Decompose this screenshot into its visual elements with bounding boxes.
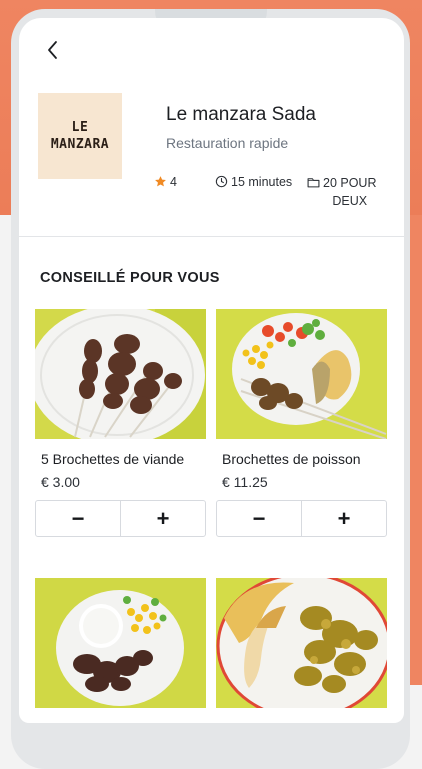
divider	[19, 236, 404, 237]
decrease-button[interactable]: −	[36, 501, 121, 536]
price-line-1: 20 POUR	[323, 176, 377, 190]
restaurant-logo: LE MANZARA	[38, 93, 122, 179]
menu-item-card[interactable]: Brochettes de poisson € 11.25 − +	[216, 309, 387, 537]
rating-value: 4	[170, 175, 177, 189]
menu-item-card[interactable]: P	[216, 578, 387, 723]
rating: 4	[154, 175, 177, 189]
app-screen: LE MANZARA Le manzara Sada Restauration …	[19, 18, 404, 723]
quantity-stepper[interactable]: − +	[216, 500, 387, 537]
back-button[interactable]	[41, 38, 65, 62]
decrease-button[interactable]: −	[217, 501, 302, 536]
chevron-left-icon	[48, 41, 57, 59]
plantain-plate-image[interactable]	[216, 578, 387, 708]
delivery-time-value: 15 minutes	[231, 175, 293, 189]
meat-skewers-image[interactable]	[35, 309, 206, 439]
fish-skewers-image[interactable]	[216, 309, 387, 439]
wallet-icon	[307, 178, 320, 188]
restaurant-category: Restauration rapide	[166, 135, 289, 151]
menu-item-card[interactable]: 5 Brochettes de viande € 3.00 − +	[35, 309, 206, 537]
price-line-2: DEUX	[332, 194, 368, 208]
item-name: 5 Brochettes de viande	[41, 451, 185, 467]
price-for-two: 20 POUR DEUX	[307, 175, 377, 210]
item-name: K	[35, 720, 206, 723]
star-icon	[155, 176, 166, 187]
menu-item-card[interactable]: K	[35, 578, 206, 723]
logo-line-2: MANZARA	[50, 137, 110, 152]
delivery-time: 15 minutes	[215, 175, 292, 189]
restaurant-name: Le manzara Sada	[166, 104, 316, 125]
increase-button[interactable]: +	[302, 501, 386, 536]
logo-line-1: LE	[71, 120, 89, 135]
item-price: € 3.00	[41, 474, 80, 490]
item-price: € 11.25	[222, 474, 268, 490]
quantity-stepper[interactable]: − +	[35, 500, 206, 537]
item-name: Brochettes de poisson	[222, 451, 361, 467]
clock-icon	[215, 175, 228, 188]
increase-button[interactable]: +	[121, 501, 205, 536]
section-title: CONSEILLÉ POUR VOUS	[40, 270, 220, 286]
rice-plate-image[interactable]	[35, 578, 206, 708]
item-name: P	[216, 720, 387, 723]
